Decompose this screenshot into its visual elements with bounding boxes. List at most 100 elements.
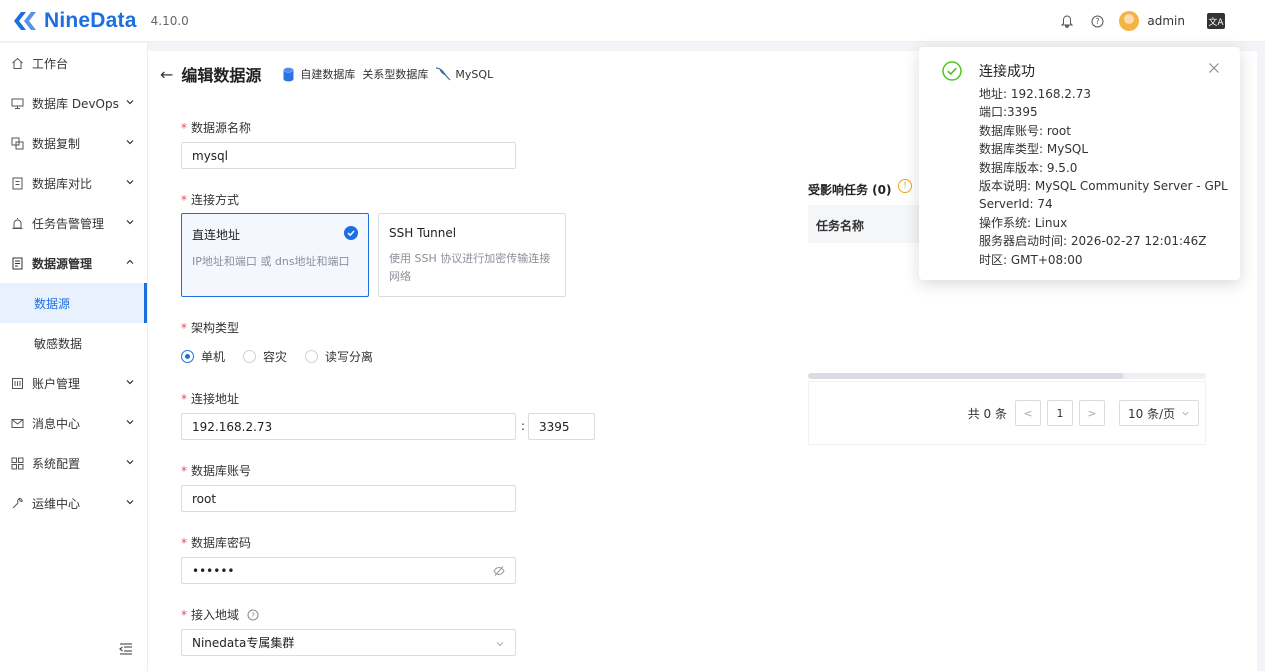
sidebar-item-label: 数据复制 bbox=[32, 136, 81, 151]
svg-text:?: ? bbox=[1095, 17, 1099, 26]
copy-icon bbox=[10, 136, 24, 150]
scrollbar-thumb[interactable] bbox=[808, 373, 1124, 379]
option-desc: IP地址和端口 或 dns地址和端口 bbox=[192, 255, 350, 268]
avatar[interactable] bbox=[1119, 11, 1140, 31]
toast-line: 时区: GMT+08:00 bbox=[979, 252, 1083, 267]
breadcrumb-mysql: MySQL bbox=[455, 67, 494, 81]
sidebar-item-messages[interactable]: 消息中心 bbox=[0, 403, 147, 443]
toast-line: 版本说明: MySQL Community Server - GPL bbox=[979, 179, 1228, 194]
arch-label: * 架构类型 bbox=[181, 321, 240, 335]
sidebar-item-workbench[interactable]: 工作台 bbox=[0, 43, 147, 83]
app-name: NineData bbox=[44, 8, 137, 32]
sidebar-subitem-sensitive-data[interactable]: 敏感数据 bbox=[0, 323, 147, 363]
port-separator: : bbox=[521, 419, 526, 433]
top-bar: NineData 4.10.0 ? admin 文A bbox=[0, 0, 1265, 42]
compare-icon bbox=[10, 176, 24, 190]
help-icon[interactable]: ? bbox=[1089, 13, 1105, 29]
sidebar-subitem-datasource[interactable]: 数据源 bbox=[0, 283, 147, 323]
user-name[interactable]: admin bbox=[1147, 14, 1185, 28]
datasource-name-input[interactable]: mysql bbox=[181, 142, 516, 169]
account-label: * 数据库账号 bbox=[181, 464, 252, 478]
option-desc: 使用 SSH 协议进行加密传输连接网络 bbox=[389, 252, 551, 283]
page-size-value: 10 条/页 bbox=[1128, 406, 1176, 421]
sidebar-item-compare[interactable]: 数据库对比 bbox=[0, 163, 147, 203]
svg-text:?: ? bbox=[251, 612, 255, 620]
bell-icon[interactable] bbox=[1059, 13, 1075, 29]
arch-radio-rw-split[interactable]: 读写分离 bbox=[305, 348, 373, 365]
account-icon bbox=[10, 376, 24, 390]
sidebar-item-label: 任务告警管理 bbox=[32, 216, 105, 231]
sidebar-item-replication[interactable]: 数据复制 bbox=[0, 123, 147, 163]
sidebar-item-label: 数据库对比 bbox=[32, 176, 93, 191]
database-icon bbox=[283, 67, 294, 81]
password-input[interactable]: •••••• bbox=[181, 557, 516, 584]
account-input[interactable]: root bbox=[181, 485, 516, 512]
host-input[interactable]: 192.168.2.73 bbox=[181, 413, 516, 440]
chevron-down-icon bbox=[126, 420, 134, 425]
conn-option-ssh[interactable]: SSH Tunnel 使用 SSH 协议进行加密传输连接网络 bbox=[378, 213, 566, 297]
alarm-icon bbox=[10, 216, 24, 230]
sidebar-item-datasource-mgmt[interactable]: 数据源管理 bbox=[0, 243, 147, 283]
chevron-down-icon bbox=[126, 460, 134, 465]
option-title: SSH Tunnel bbox=[389, 226, 457, 240]
pagination-total: 共 0 条 bbox=[967, 406, 1007, 421]
toast-line: 数据库账号: root bbox=[979, 123, 1071, 138]
chevron-down-icon bbox=[126, 380, 134, 385]
sidebar-item-label: 工作台 bbox=[32, 56, 69, 71]
region-select-value: Ninedata专属集群 bbox=[192, 636, 295, 650]
prev-page-button[interactable]: < bbox=[1015, 400, 1041, 426]
chevron-down-icon bbox=[126, 100, 134, 105]
connection-success-toast: 连接成功 地址: 192.168.2.73 端口:3395 数据库账号: roo… bbox=[919, 47, 1240, 280]
pagination: 共 0 条 < 1 > 10 条/页 bbox=[808, 381, 1206, 445]
home-icon bbox=[10, 56, 24, 70]
eye-off-icon[interactable] bbox=[493, 565, 505, 577]
wrench-icon bbox=[10, 496, 24, 510]
page-number-button[interactable]: 1 bbox=[1047, 400, 1073, 426]
chevron-down-icon bbox=[126, 180, 134, 185]
sidebar-item-label: 账户管理 bbox=[32, 376, 81, 391]
toast-line: ServerId: 74 bbox=[979, 197, 1053, 212]
conn-option-direct[interactable]: 直连地址 IP地址和端口 或 dns地址和端口 bbox=[181, 213, 369, 297]
arch-radio-dr[interactable]: 容灾 bbox=[243, 348, 287, 365]
collapse-sidebar-icon[interactable] bbox=[119, 643, 133, 655]
back-arrow-icon[interactable]: ← bbox=[160, 65, 173, 84]
monitor-icon bbox=[10, 96, 24, 110]
sidebar-item-system-config[interactable]: 系统配置 bbox=[0, 443, 147, 483]
sidebar-item-ops-center[interactable]: 运维中心 bbox=[0, 483, 147, 523]
region-select[interactable]: Ninedata专属集群 bbox=[181, 629, 516, 656]
sidebar: 工作台 数据库 DevOps 数据复制 数据库对比 任务告警管理 数据源管理 数… bbox=[0, 43, 148, 671]
toast-line: 数据库类型: MySQL bbox=[979, 142, 1089, 157]
password-mask: •••••• bbox=[192, 563, 235, 578]
chevron-down-icon bbox=[1182, 411, 1189, 415]
help-circle-icon[interactable]: ? bbox=[247, 609, 259, 621]
sidebar-item-label: 消息中心 bbox=[32, 416, 81, 431]
conn-label: * 连接方式 bbox=[181, 193, 240, 207]
option-title: 直连地址 bbox=[192, 228, 241, 242]
tasks-title: 受影响任务 (0) bbox=[808, 183, 892, 197]
chevron-down-icon bbox=[126, 220, 134, 225]
mysql-dolphin-icon bbox=[436, 67, 451, 81]
close-icon[interactable] bbox=[1208, 62, 1220, 74]
grid-icon bbox=[10, 456, 24, 470]
chevron-down-icon bbox=[496, 642, 504, 647]
toast-title: 连接成功 bbox=[979, 64, 1035, 80]
chevron-down-icon bbox=[126, 500, 134, 505]
sidebar-item-label: 系统配置 bbox=[32, 456, 81, 471]
arch-radio-group: 单机 容灾 读写分离 bbox=[181, 348, 391, 365]
password-label: * 数据库密码 bbox=[181, 536, 252, 550]
page-size-select[interactable]: 10 条/页 bbox=[1119, 400, 1199, 426]
sidebar-item-alarms[interactable]: 任务告警管理 bbox=[0, 203, 147, 243]
sidebar-item-devops[interactable]: 数据库 DevOps bbox=[0, 83, 147, 123]
logo[interactable]: NineData bbox=[12, 9, 137, 33]
toast-line: 地址: 192.168.2.73 bbox=[979, 87, 1092, 101]
radio-label: 容灾 bbox=[263, 350, 288, 364]
sidebar-item-accounts[interactable]: 账户管理 bbox=[0, 363, 147, 403]
app-version: 4.10.0 bbox=[150, 13, 189, 28]
horizontal-scrollbar[interactable] bbox=[808, 373, 1206, 379]
port-input[interactable]: 3395 bbox=[528, 413, 595, 440]
next-page-button[interactable]: > bbox=[1079, 400, 1105, 426]
language-switch-icon[interactable]: 文A bbox=[1207, 13, 1225, 29]
sidebar-item-label: 数据库 DevOps bbox=[32, 96, 119, 111]
arch-radio-standalone[interactable]: 单机 bbox=[181, 348, 225, 365]
warning-icon[interactable]: ! bbox=[898, 179, 912, 193]
